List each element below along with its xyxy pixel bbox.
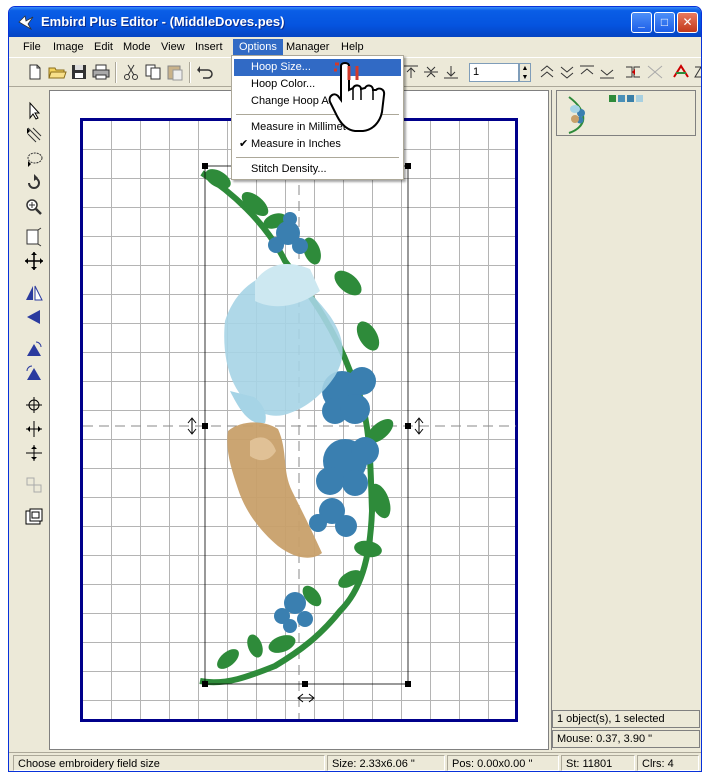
embroidery-hoop [80,118,518,722]
zoom-icon[interactable] [23,196,45,218]
close-icon[interactable]: ✕ [677,12,698,33]
left-toolbox [9,88,43,748]
mouse-position: Mouse: 0.37, 3.90 " [552,730,700,748]
hand-pointer-icon [328,62,386,132]
status-size: Size: 2.33x6.06 " [327,755,445,771]
rotate-right-icon[interactable] [23,362,45,384]
status-stitches: St: 11801 [561,755,635,771]
design-canvas[interactable] [49,90,549,750]
cut-icon[interactable] [121,62,141,82]
status-position: Pos: 0.00x0.00 " [447,755,559,771]
open-folder-icon[interactable] [47,62,67,82]
center-icon[interactable] [23,394,45,416]
menu-manager[interactable]: Manager [280,39,335,55]
swatch-1[interactable] [609,95,616,102]
select-arrow-icon[interactable] [23,100,45,122]
embird-logo-icon [18,15,34,31]
menu-mode[interactable]: Mode [117,39,157,55]
menu-file[interactable]: File [17,39,47,55]
print-icon[interactable] [91,62,111,82]
object-panel: 1 object(s), 1 selected Mouse: 0.37, 3.9… [551,90,700,750]
status-bar: Choose embroidery field size Size: 2.33x… [9,752,701,771]
checkmark-icon: ✔ [239,138,249,150]
stitch-number-input[interactable]: 1 [469,63,519,82]
menu-insert[interactable]: Insert [189,39,229,55]
undo-icon[interactable] [195,62,215,82]
menu-help[interactable]: Help [335,39,370,55]
zigzag-icon[interactable] [693,62,701,82]
step-up-icon[interactable] [537,62,557,82]
status-colors: Clrs: 4 [637,755,699,771]
selection-info: 1 object(s), 1 selected [552,710,700,728]
step-down-icon[interactable] [557,62,577,82]
menu-view[interactable]: View [155,39,191,55]
swatch-4[interactable] [636,95,643,102]
minimize-icon[interactable]: _ [631,12,652,33]
window-title: Embird Plus Editor - (MiddleDoves.pes) [41,14,285,29]
new-file-icon[interactable] [25,62,45,82]
step-last-icon[interactable] [597,62,617,82]
lasso-select-icon[interactable] [23,148,45,170]
multi-select-icon[interactable] [23,124,45,146]
menu-options[interactable]: Options [233,39,283,55]
align-bottom-icon[interactable] [441,62,461,82]
paste-icon[interactable] [165,62,185,82]
center-horizontal-icon[interactable] [23,418,45,440]
design-thumbnail[interactable] [556,90,696,136]
resize-frame-icon[interactable] [23,226,45,248]
frame-properties-icon[interactable] [23,506,45,528]
reverse-stitch-icon[interactable] [623,62,643,82]
move-icon[interactable] [23,250,45,272]
menu-edit[interactable]: Edit [88,39,119,55]
color-sort-icon[interactable] [671,62,691,82]
swatch-3[interactable] [627,95,634,102]
align-top-icon[interactable] [401,62,421,82]
title-bar[interactable]: Embird Plus Editor - (MiddleDoves.pes) _… [9,7,701,37]
step-first-icon[interactable] [577,62,597,82]
break-apart-icon [23,474,45,496]
mirror-vertical-icon[interactable] [23,306,45,328]
rotate-tool-icon[interactable] [23,172,45,194]
menu-stitch-density[interactable]: Stitch Density... [234,161,401,178]
menu-measure-inches[interactable]: ✔ Measure in Inches [234,136,401,153]
save-icon[interactable] [69,62,89,82]
swatch-2[interactable] [618,95,625,102]
thumbnail-image [568,96,585,134]
menu-image[interactable]: Image [47,39,90,55]
status-message: Choose embroidery field size [13,755,325,771]
rotate-left-icon[interactable] [23,338,45,360]
center-vertical-icon[interactable] [23,442,45,464]
copy-icon[interactable] [143,62,163,82]
stitch-disabled-icon [645,62,665,82]
menu-bar: File Image Edit Mode View Insert Options… [9,37,701,57]
color-swatches [609,95,643,102]
mirror-horizontal-icon[interactable] [23,282,45,304]
stitch-spinner[interactable]: ▲ ▼ [519,63,531,82]
maximize-icon[interactable]: □ [654,12,675,33]
align-middle-icon[interactable] [421,62,441,82]
